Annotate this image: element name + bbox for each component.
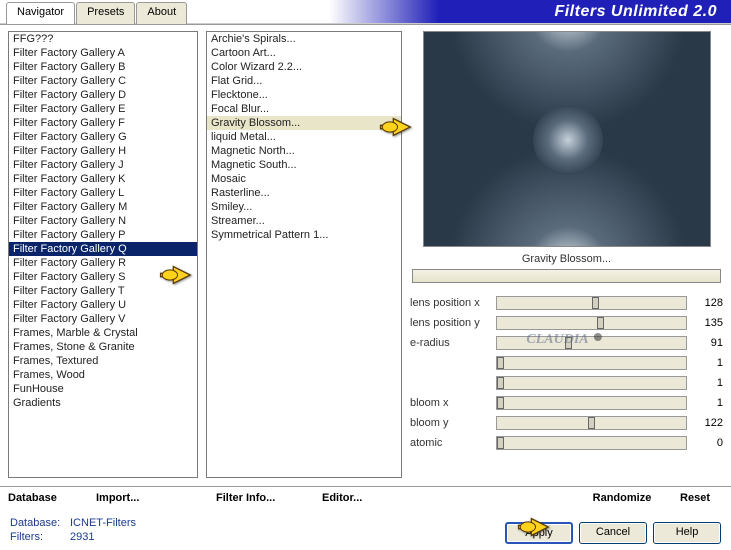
param-row: 1 <box>410 373 723 392</box>
filter-item[interactable]: Magnetic South... <box>207 158 401 172</box>
filter-item[interactable]: Mosaic <box>207 172 401 186</box>
category-item[interactable]: Filter Factory Gallery E <box>9 102 197 116</box>
param-value: 135 <box>693 317 723 329</box>
header-bar: NavigatorPresetsAbout Filters Unlimited … <box>0 0 731 24</box>
filter-item[interactable]: Cartoon Art... <box>207 46 401 60</box>
param-label: atomic <box>410 437 490 449</box>
tab-about[interactable]: About <box>136 2 187 24</box>
tabs: NavigatorPresetsAbout <box>6 2 188 24</box>
category-item[interactable]: FunHouse <box>9 382 197 396</box>
filter-item[interactable]: Smiley... <box>207 200 401 214</box>
category-list[interactable]: FFG???Filter Factory Gallery AFilter Fac… <box>8 31 198 478</box>
cancel-button[interactable]: Cancel <box>579 522 647 544</box>
filter-item[interactable]: Gravity Blossom... <box>207 116 401 130</box>
param-row: bloom x 1 <box>410 393 723 412</box>
category-item[interactable]: Filter Factory Gallery R <box>9 256 197 270</box>
filter-item[interactable]: Flecktone... <box>207 88 401 102</box>
param-label: lens position y <box>410 317 490 329</box>
category-item[interactable]: Frames, Textured <box>9 354 197 368</box>
param-value: 1 <box>693 357 723 369</box>
status-text: Database:ICNET-Filters Filters:2931 <box>10 516 136 544</box>
category-item[interactable]: Frames, Stone & Granite <box>9 340 197 354</box>
editor-button[interactable]: Editor... <box>322 490 577 506</box>
category-item[interactable]: Gradients <box>9 396 197 410</box>
category-item[interactable]: Filter Factory Gallery F <box>9 116 197 130</box>
main-panel: FFG???Filter Factory Gallery AFilter Fac… <box>0 24 731 484</box>
param-label: e-radius <box>410 337 490 349</box>
param-value: 1 <box>693 377 723 389</box>
filter-item[interactable]: Color Wizard 2.2... <box>207 60 401 74</box>
category-item[interactable]: Filter Factory Gallery T <box>9 284 197 298</box>
filter-item[interactable]: Archie's Spirals... <box>207 32 401 46</box>
param-slider[interactable] <box>496 436 687 450</box>
category-item[interactable]: Filter Factory Gallery G <box>9 130 197 144</box>
param-value: 1 <box>693 397 723 409</box>
param-value: 0 <box>693 437 723 449</box>
app-title: Filters Unlimited 2.0 <box>554 3 717 21</box>
category-item[interactable]: Filter Factory Gallery U <box>9 298 197 312</box>
filter-item[interactable]: liquid Metal... <box>207 130 401 144</box>
tab-navigator[interactable]: Navigator <box>6 2 75 24</box>
param-slider[interactable] <box>496 376 687 390</box>
param-value: 122 <box>693 417 723 429</box>
param-label: lens position x <box>410 297 490 309</box>
category-item[interactable]: Filter Factory Gallery P <box>9 228 197 242</box>
filter-item[interactable]: Symmetrical Pattern 1... <box>207 228 401 242</box>
filter-info-button[interactable]: Filter Info... <box>216 490 322 506</box>
param-slider[interactable] <box>496 336 687 350</box>
param-row: e-radius 91 <box>410 333 723 352</box>
tab-presets[interactable]: Presets <box>76 2 135 24</box>
import-button[interactable]: Import... <box>96 490 216 506</box>
randomize-button[interactable]: Randomize <box>577 490 667 506</box>
category-item[interactable]: FFG??? <box>9 32 197 46</box>
footer-buttons: Apply Cancel Help <box>505 522 721 544</box>
category-item[interactable]: Filter Factory Gallery S <box>9 270 197 284</box>
current-filter-label: Gravity Blossom... <box>410 247 723 269</box>
progress-bar <box>412 269 721 283</box>
param-slider[interactable] <box>496 296 687 310</box>
filter-item[interactable]: Streamer... <box>207 214 401 228</box>
param-label: bloom x <box>410 397 490 409</box>
filter-item[interactable]: Rasterline... <box>207 186 401 200</box>
param-row: bloom y 122 <box>410 413 723 432</box>
param-value: 128 <box>693 297 723 309</box>
param-row: atomic 0 <box>410 433 723 452</box>
category-item[interactable]: Filter Factory Gallery A <box>9 46 197 60</box>
category-item[interactable]: Filter Factory Gallery D <box>9 88 197 102</box>
filter-item[interactable]: Flat Grid... <box>207 74 401 88</box>
help-button[interactable]: Help <box>653 522 721 544</box>
param-row: lens position x 128 <box>410 293 723 312</box>
category-item[interactable]: Filter Factory Gallery H <box>9 144 197 158</box>
param-value: 91 <box>693 337 723 349</box>
command-bar: Database Import... Filter Info... Editor… <box>0 486 731 512</box>
reset-button[interactable]: Reset <box>667 490 723 506</box>
database-button[interactable]: Database <box>8 490 96 506</box>
apply-button[interactable]: Apply <box>505 522 573 544</box>
category-item[interactable]: Filter Factory Gallery N <box>9 214 197 228</box>
category-item[interactable]: Filter Factory Gallery K <box>9 172 197 186</box>
category-item[interactable]: Filter Factory Gallery Q <box>9 242 197 256</box>
category-item[interactable]: Filter Factory Gallery M <box>9 200 197 214</box>
right-panel: Gravity Blossom... CLAUDIA lens position… <box>410 31 723 478</box>
category-item[interactable]: Filter Factory Gallery L <box>9 186 197 200</box>
param-slider[interactable] <box>496 356 687 370</box>
filter-item[interactable]: Focal Blur... <box>207 102 401 116</box>
category-item[interactable]: Filter Factory Gallery C <box>9 74 197 88</box>
filter-list[interactable]: Archie's Spirals...Cartoon Art...Color W… <box>206 31 402 478</box>
category-item[interactable]: Filter Factory Gallery J <box>9 158 197 172</box>
param-slider[interactable] <box>496 416 687 430</box>
category-item[interactable]: Filter Factory Gallery B <box>9 60 197 74</box>
param-label: bloom y <box>410 417 490 429</box>
param-row: lens position y 135 <box>410 313 723 332</box>
filter-item[interactable]: Magnetic North... <box>207 144 401 158</box>
param-row: 1 <box>410 353 723 372</box>
footer: Database:ICNET-Filters Filters:2931 Appl… <box>0 512 731 550</box>
param-slider[interactable] <box>496 316 687 330</box>
preview-image <box>423 31 711 247</box>
parameter-panel: CLAUDIA lens position x128lens position … <box>410 293 723 452</box>
category-item[interactable]: Frames, Marble & Crystal <box>9 326 197 340</box>
category-item[interactable]: Filter Factory Gallery V <box>9 312 197 326</box>
category-item[interactable]: Frames, Wood <box>9 368 197 382</box>
param-slider[interactable] <box>496 396 687 410</box>
